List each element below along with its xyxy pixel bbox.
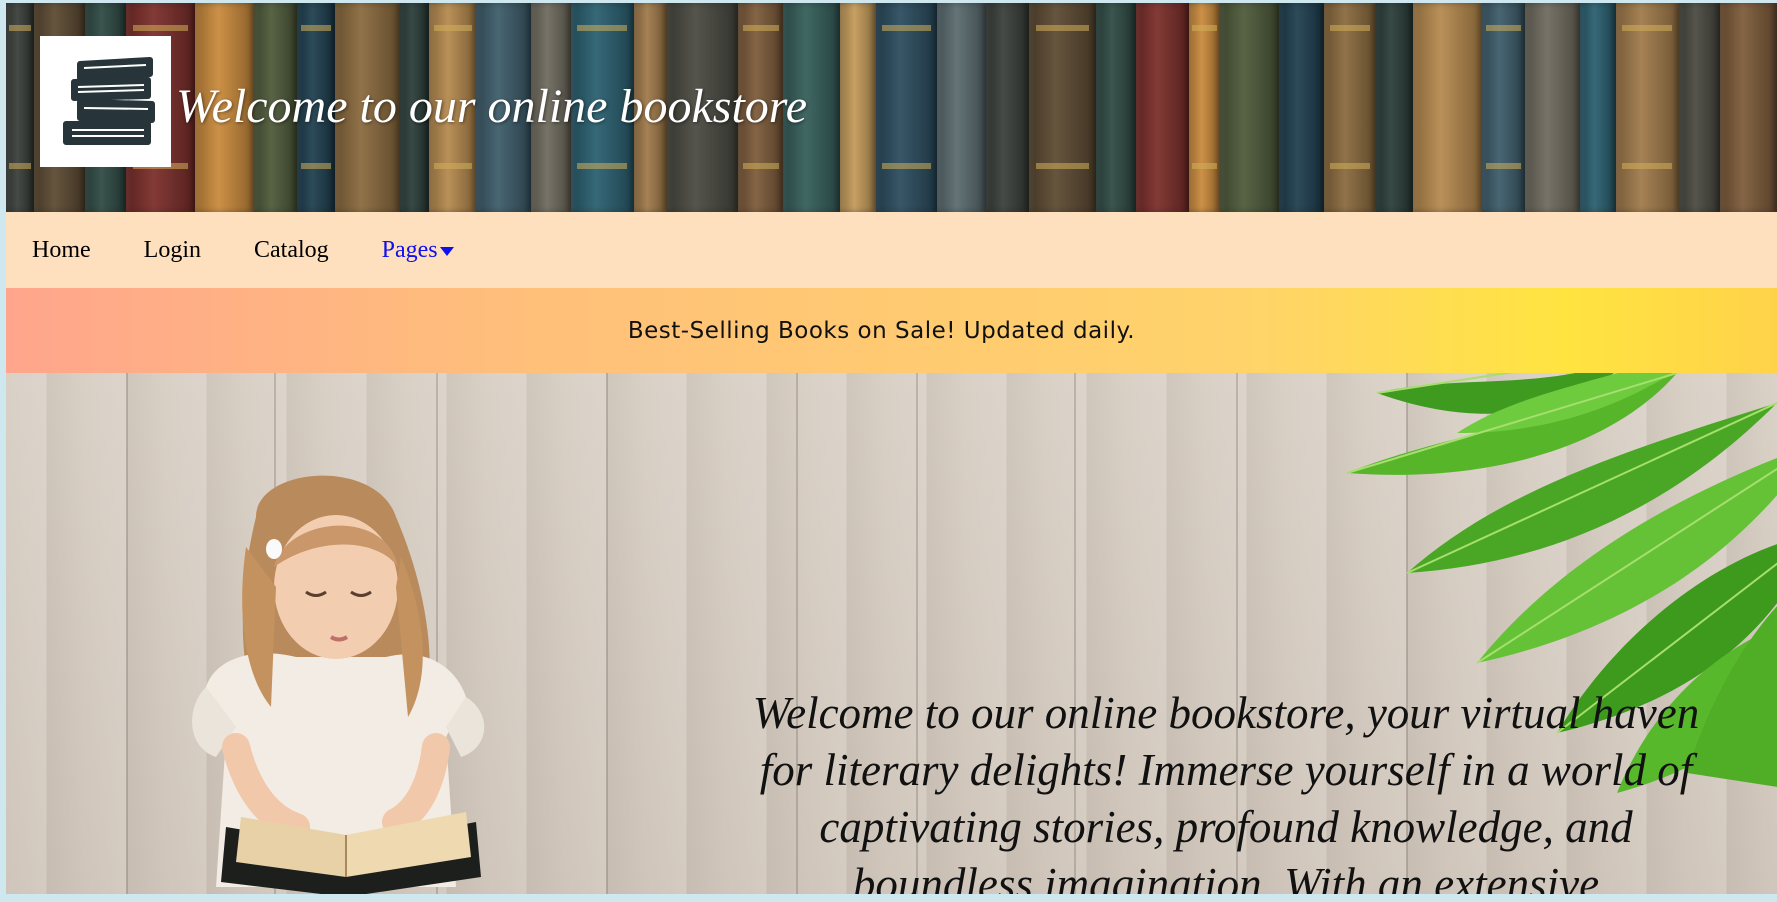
book-spine [1324, 3, 1376, 212]
hero-welcome-text: Welcome to our online bookstore, your vi… [752, 688, 1700, 894]
book-spine [1135, 3, 1189, 212]
book-spine [1525, 3, 1581, 212]
book-spine [1279, 3, 1325, 212]
book-spine [1375, 3, 1413, 212]
sale-banner: Best-Selling Books on Sale! Updated dail… [6, 288, 1777, 373]
book-spine [1615, 3, 1679, 212]
nav-pages-label: Pages [381, 236, 438, 263]
book-spine [6, 3, 34, 212]
logo[interactable] [40, 36, 171, 167]
book-spine [1580, 3, 1616, 212]
book-spine [1029, 3, 1097, 212]
book-spine [1719, 3, 1777, 212]
caret-down-icon [439, 246, 454, 256]
site-title: Welcome to our online bookstore [176, 80, 808, 133]
book-spine [1678, 3, 1720, 212]
book-spine [936, 3, 986, 212]
book-spine [840, 3, 876, 212]
book-spine [1220, 3, 1280, 212]
header-banner: Welcome to our online bookstore [6, 3, 1777, 212]
main-nav: Home Login Catalog Pages [6, 212, 1777, 288]
page: Welcome to our online bookstore Home Log… [6, 3, 1777, 894]
sale-banner-text: Best-Selling Books on Sale! Updated dail… [627, 317, 1136, 344]
nav-home-link[interactable]: Home [32, 237, 91, 264]
nav-login-link[interactable]: Login [144, 237, 201, 264]
book-spine [1188, 3, 1221, 212]
book-spine [1481, 3, 1526, 212]
nav-pages-dropdown[interactable]: Pages [382, 237, 454, 264]
girl-reading-image [192, 475, 485, 894]
nav-catalog-link[interactable]: Catalog [254, 237, 329, 264]
book-spine [1096, 3, 1136, 212]
hero-section: Welcome to our online bookstore, your vi… [6, 373, 1777, 894]
book-spine [875, 3, 937, 212]
book-spine [1412, 3, 1482, 212]
book-spine [985, 3, 1030, 212]
book-stack-icon [62, 56, 155, 145]
